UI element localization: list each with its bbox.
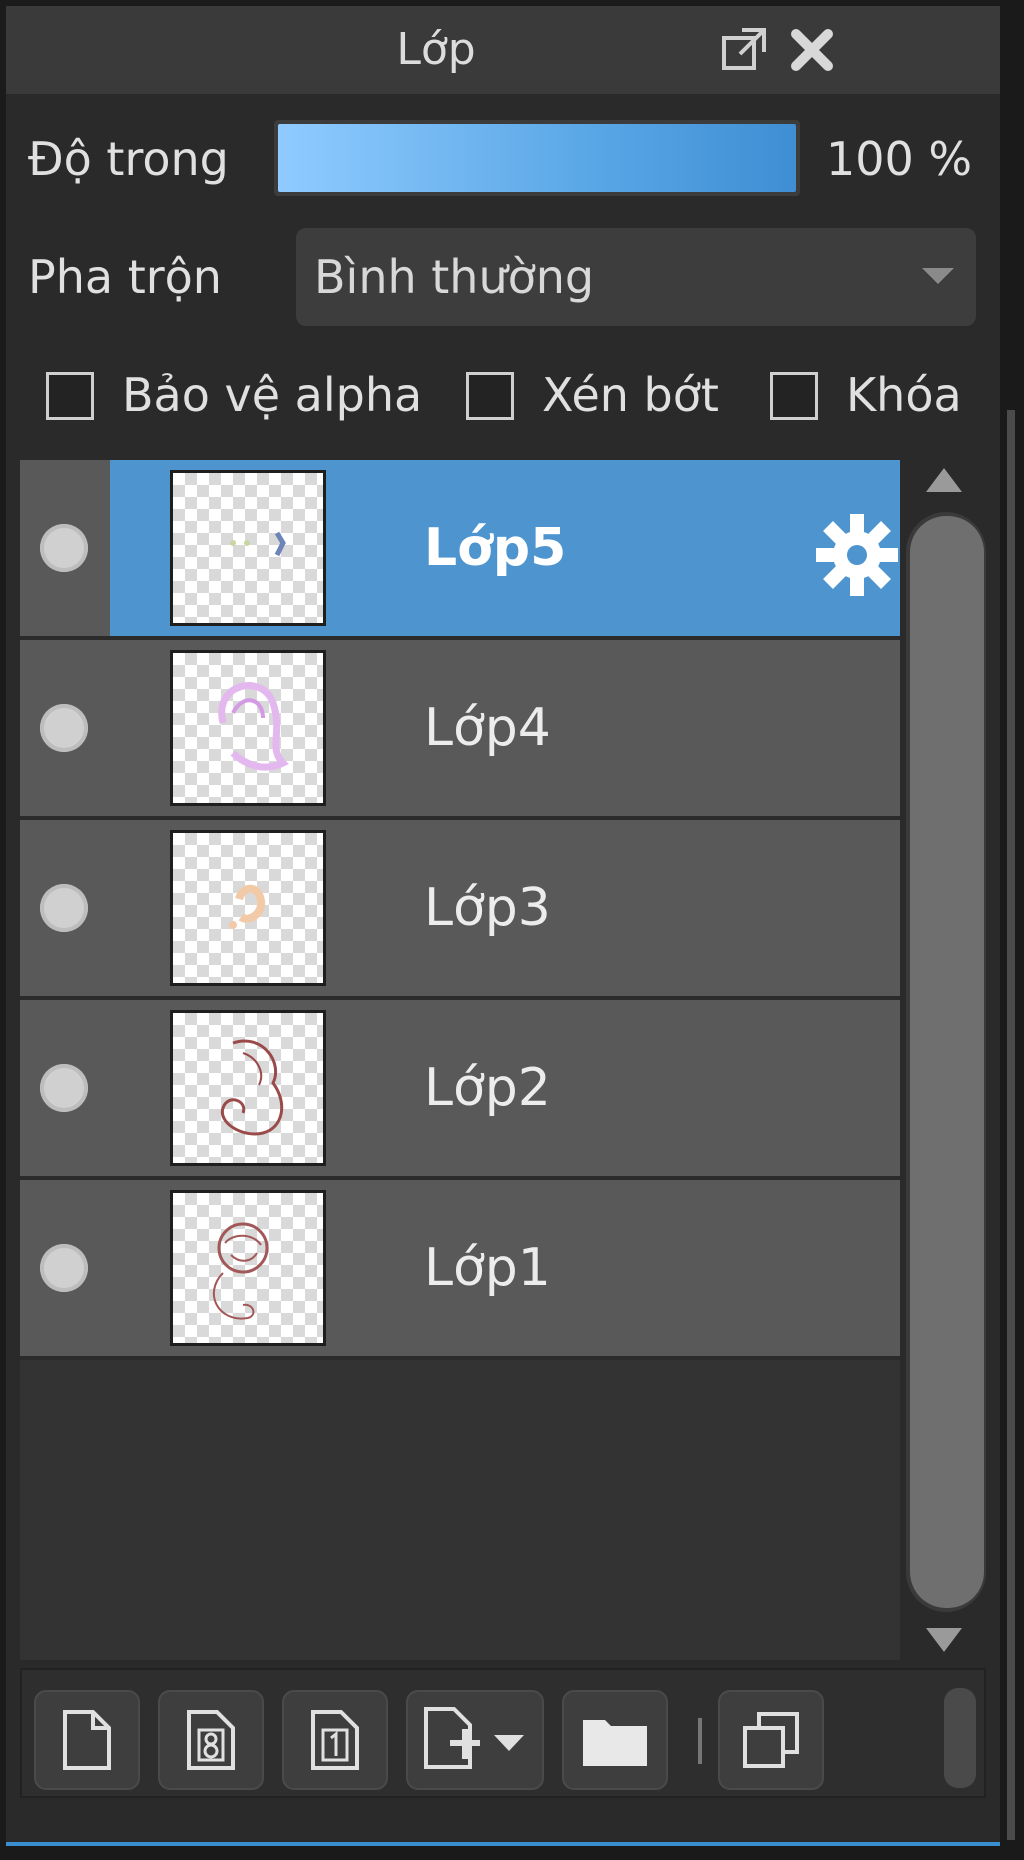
popout-icon[interactable] xyxy=(718,24,770,76)
layer-row-4[interactable]: Lớp4 xyxy=(20,640,900,820)
new-1bit-layer-button[interactable] xyxy=(282,1690,388,1790)
add-layer-menu-button[interactable] xyxy=(406,1690,544,1790)
visibility-toggle-icon[interactable] xyxy=(40,884,88,932)
visibility-toggle-icon[interactable] xyxy=(40,524,88,572)
bottom-edge xyxy=(0,1842,1024,1860)
visibility-toggle-icon[interactable] xyxy=(40,704,88,752)
layer-thumbnail xyxy=(170,1010,326,1166)
toolbar-scrollbar[interactable] xyxy=(944,1688,976,1788)
clipping-label: Xén bớt xyxy=(542,368,719,422)
opacity-value: 100 % xyxy=(826,132,973,186)
protect-alpha-checkbox[interactable] xyxy=(46,372,94,420)
duplicate-layer-button[interactable] xyxy=(718,1690,824,1790)
blend-mode-value: Bình thường xyxy=(314,250,595,304)
new-folder-icon xyxy=(583,1720,647,1766)
opacity-slider-fill xyxy=(278,124,796,192)
scrollbar-thumb[interactable] xyxy=(910,516,984,1608)
scroll-down-arrow-icon[interactable] xyxy=(926,1628,962,1652)
scroll-up-arrow-icon[interactable] xyxy=(926,468,962,492)
window-edge xyxy=(1000,0,1024,1860)
new-layer-button[interactable] xyxy=(34,1690,140,1790)
layer-name: Lớp2 xyxy=(424,1058,551,1118)
new-8bit-layer-icon xyxy=(187,1710,235,1770)
layer-panel: Lớp Độ trong 100 % Pha trộn Bình thường … xyxy=(6,6,1000,1842)
new-layer-icon xyxy=(63,1710,111,1770)
new-1bit-layer-icon xyxy=(311,1710,359,1770)
new-folder-button[interactable] xyxy=(562,1690,668,1790)
lock-label: Khóa xyxy=(846,368,962,422)
opacity-slider[interactable] xyxy=(274,120,800,196)
add-layer-menu-icon xyxy=(424,1707,524,1769)
layer-row-3[interactable]: Lớp3 xyxy=(20,820,900,1000)
protect-alpha-label: Bảo vệ alpha xyxy=(122,368,423,422)
visibility-toggle-icon[interactable] xyxy=(40,1244,88,1292)
toolbar-separator xyxy=(698,1718,702,1764)
layer-list: Lớp5 Lớp4 Lớp3 Lớp2 Lớp1 xyxy=(20,460,900,1660)
gear-icon[interactable] xyxy=(814,512,900,598)
new-8bit-layer-button[interactable] xyxy=(158,1690,264,1790)
layer-name: Lớp3 xyxy=(424,878,551,938)
layer-name: Lớp1 xyxy=(424,1238,551,1298)
layer-name: Lớp5 xyxy=(424,518,567,578)
clipping-checkbox[interactable] xyxy=(466,372,514,420)
layer-name: Lớp4 xyxy=(424,698,551,758)
bottom-accent-line xyxy=(6,1842,1000,1846)
title-bar[interactable]: Lớp xyxy=(6,6,1000,94)
layer-thumbnail xyxy=(170,1190,326,1346)
layer-thumbnail xyxy=(170,830,326,986)
layer-thumbnail xyxy=(170,470,326,626)
layer-row-1[interactable]: Lớp1 xyxy=(20,1180,900,1360)
lock-checkbox[interactable] xyxy=(770,372,818,420)
opacity-label: Độ trong xyxy=(28,132,229,186)
duplicate-layer-icon xyxy=(743,1712,799,1768)
layer-thumbnail xyxy=(170,650,326,806)
blend-label: Pha trộn xyxy=(28,250,222,304)
chevron-down-icon xyxy=(922,268,954,284)
layer-toolbar xyxy=(20,1668,986,1798)
window-edge-highlight xyxy=(1007,410,1015,1840)
close-icon[interactable] xyxy=(786,24,838,76)
layer-row-2[interactable]: Lớp2 xyxy=(20,1000,900,1180)
blend-mode-select[interactable]: Bình thường xyxy=(296,228,976,326)
visibility-toggle-icon[interactable] xyxy=(40,1064,88,1112)
layer-row-5[interactable]: Lớp5 xyxy=(20,460,900,640)
